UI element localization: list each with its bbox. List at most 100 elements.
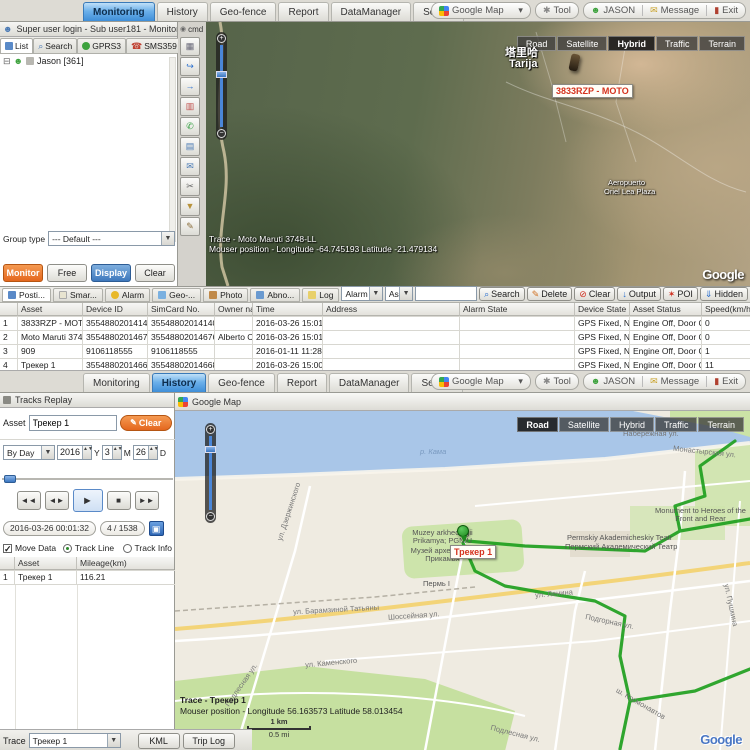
free-button[interactable]: Free xyxy=(47,264,87,282)
replay-progress-slider[interactable] xyxy=(2,475,173,483)
maptype-terrain[interactable]: Terrain xyxy=(699,36,745,51)
table-row[interactable]: 13833RZP - MOTO3554880201414083554880201… xyxy=(0,317,750,331)
zoom-handle[interactable] xyxy=(216,71,227,78)
cut-button[interactable]: ✂ xyxy=(180,177,200,196)
card-button[interactable]: ▤ xyxy=(180,137,200,156)
zoom-out-icon[interactable]: − xyxy=(206,512,215,521)
table-row[interactable]: 3909910611855591061185552016-01-11 11:28… xyxy=(0,345,750,359)
col-simcard[interactable]: SimCard No. xyxy=(148,303,215,316)
group-type-select[interactable]: --- Default --- ▼ xyxy=(48,231,175,246)
call-button[interactable]: ✆ xyxy=(180,117,200,136)
asset-filter-select[interactable]: Asset ▼ xyxy=(385,286,413,301)
tab-geofence[interactable]: Geo-fence xyxy=(210,2,277,21)
exit-button[interactable]: Exit xyxy=(722,376,738,387)
user-button[interactable]: JASON xyxy=(603,5,635,16)
sidebar-tab-sms[interactable]: ☎SMS359 xyxy=(126,38,182,53)
tab-geofence[interactable]: Geo-fence xyxy=(208,373,275,392)
tab-monitoring[interactable]: Monitoring xyxy=(83,373,150,392)
col-address[interactable]: Address xyxy=(323,303,460,316)
spinner-arrows-icon[interactable]: ▲▼ xyxy=(112,446,121,459)
zoom-track[interactable] xyxy=(209,436,212,510)
progress-track[interactable] xyxy=(2,478,173,480)
display-button[interactable]: Display xyxy=(91,264,131,282)
tool-button[interactable]: ✱ Tool xyxy=(535,2,579,19)
tab-report[interactable]: Report xyxy=(278,2,328,21)
edit-button[interactable]: ✎ xyxy=(180,217,200,236)
table-row[interactable]: 2Moto Maruti 3748-LL35548802014676935548… xyxy=(0,331,750,345)
fastforward-button[interactable]: ►► xyxy=(135,491,159,510)
grid-clear-button[interactable]: ⊘Clear xyxy=(574,287,615,301)
zoom-slider[interactable]: + − xyxy=(205,423,216,523)
chevron-down-icon[interactable]: ▾ xyxy=(518,377,523,386)
zoom-slider[interactable]: + − xyxy=(216,32,227,140)
chevron-down-icon[interactable]: ▼ xyxy=(107,734,120,747)
clear-button[interactable]: Clear xyxy=(135,264,175,282)
zoom-in-icon[interactable]: + xyxy=(217,34,226,43)
grid-delete-button[interactable]: ✎Delete xyxy=(527,287,573,301)
tree-item-jason[interactable]: ⊟ ☻ Jason [361] xyxy=(0,54,177,68)
message-button[interactable]: Message xyxy=(661,376,700,387)
grid-search-button[interactable]: ⌕Search xyxy=(479,287,525,301)
alarm-filter-select[interactable]: Alarm with notice ▼ xyxy=(341,286,382,301)
month-stepper[interactable]: 3▲▼ xyxy=(102,445,122,460)
maptype-road[interactable]: Road xyxy=(517,417,558,432)
grid-output-button[interactable]: ↓Output xyxy=(617,287,661,301)
track-info-radio[interactable] xyxy=(123,544,132,553)
col-asset[interactable]: Asset xyxy=(18,303,83,316)
maptype-satellite[interactable]: Satellite xyxy=(557,36,607,51)
report-button[interactable]: ▥ xyxy=(180,97,200,116)
grid-search-input[interactable] xyxy=(415,286,477,301)
col-alarmstate[interactable]: Alarm State xyxy=(460,303,575,316)
grid-hidden-button[interactable]: ⇓Hidden xyxy=(700,287,748,301)
maptype-terrain[interactable]: Terrain xyxy=(698,417,744,432)
tab-datamanager[interactable]: DataManager xyxy=(331,2,412,21)
map-provider-select[interactable]: Google Map ▾ xyxy=(431,2,531,19)
track-line-radio[interactable] xyxy=(63,544,72,553)
asset-input[interactable] xyxy=(29,415,117,431)
spinner-arrows-icon[interactable]: ▲▼ xyxy=(148,446,157,459)
tool-button[interactable]: ✱ Tool xyxy=(535,373,579,390)
table-row[interactable]: 4Трекер 13554880201466893554880201466892… xyxy=(0,359,750,370)
col-time[interactable]: Time xyxy=(253,303,323,316)
map-provider-select[interactable]: Google Map ▾ xyxy=(431,373,531,390)
grid-tab-photo[interactable]: Photo xyxy=(203,288,248,302)
rewind-button[interactable]: ◄◄ xyxy=(17,491,41,510)
sidebar-tab-search[interactable]: ⌕Search xyxy=(33,38,77,53)
tab-report[interactable]: Report xyxy=(277,373,327,392)
stop-button[interactable]: ■ xyxy=(107,491,131,510)
chevron-down-icon[interactable]: ▾ xyxy=(518,6,523,15)
col-asset[interactable]: Asset xyxy=(15,557,77,570)
send-command-button[interactable]: ↪ xyxy=(180,57,200,76)
table-row[interactable]: 1 Трекер 1 116.21 xyxy=(0,571,175,585)
year-stepper[interactable]: 2016▲▼ xyxy=(57,445,92,460)
grid-tab-alarm[interactable]: Alarm xyxy=(105,288,150,302)
col-owner[interactable]: Owner name xyxy=(215,303,253,316)
chevron-down-icon[interactable]: ▼ xyxy=(399,287,412,300)
col-rownum[interactable] xyxy=(0,303,18,316)
day-stepper[interactable]: 26▲▼ xyxy=(133,445,158,460)
replay-clear-button[interactable]: ✎ Clear xyxy=(120,415,172,431)
tab-monitoring[interactable]: Monitoring xyxy=(83,2,155,21)
forward-button[interactable]: → xyxy=(180,77,200,96)
zoom-handle[interactable] xyxy=(205,446,216,453)
trace-asset-select[interactable]: Трекер 1 ▼ xyxy=(29,733,121,748)
tab-history[interactable]: History xyxy=(157,2,208,21)
sidebar-scrollbar[interactable] xyxy=(169,57,176,242)
grid-tab-log[interactable]: Log xyxy=(302,288,339,302)
sidebar-tab-gprs[interactable]: GPRS3 xyxy=(77,38,126,53)
maptype-hybrid[interactable]: Hybrid xyxy=(608,36,655,51)
exit-button[interactable]: Exit xyxy=(722,5,738,16)
col-speed[interactable]: Speed(km/h) xyxy=(702,303,750,316)
kml-button[interactable]: KML xyxy=(138,733,180,749)
tab-datamanager[interactable]: DataManager xyxy=(329,373,410,392)
tab-history[interactable]: History xyxy=(152,373,206,392)
grid-tab-geofence[interactable]: Geo-... xyxy=(152,288,201,302)
user-button[interactable]: JASON xyxy=(603,376,635,387)
chevron-down-icon[interactable]: ▼ xyxy=(369,287,382,300)
mail-button[interactable]: ✉ xyxy=(180,157,200,176)
satellite-map[interactable]: + − Road Satellite Hybrid Traffic Terrai… xyxy=(206,22,750,286)
zoom-out-icon[interactable]: − xyxy=(217,129,226,138)
zoom-in-icon[interactable]: + xyxy=(206,425,215,434)
step-button[interactable]: ◄► xyxy=(45,491,69,510)
grid-tab-smart[interactable]: Smar... xyxy=(53,288,103,302)
